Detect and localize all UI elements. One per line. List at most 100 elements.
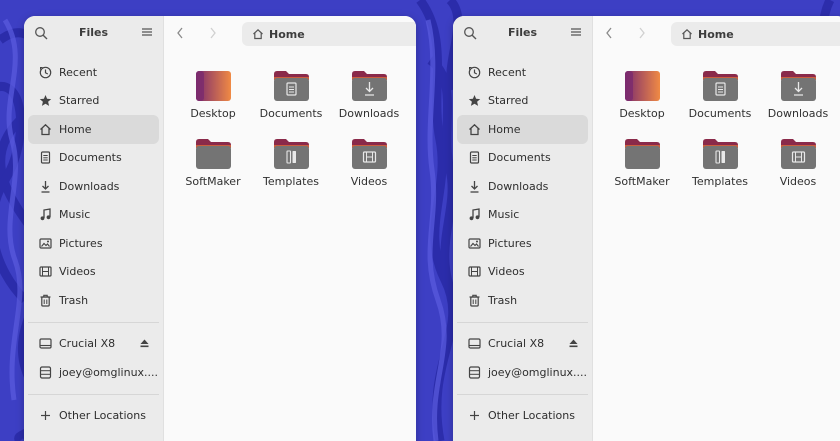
eject-icon[interactable] [140, 339, 149, 348]
sidebar-item-label: Downloads [488, 179, 549, 193]
folder-label: Downloads [767, 107, 829, 120]
trash-icon [468, 294, 481, 307]
sidebar-item-downloads[interactable]: Downloads [457, 172, 588, 201]
folder-item-softmaker[interactable]: SoftMaker [174, 138, 252, 200]
desktop-folder-icon [624, 71, 660, 101]
sidebar-item-documents[interactable]: Documents [28, 144, 159, 173]
places-list: Recent Starred Home Documents Downloads Music… [453, 58, 592, 315]
forward-chevron-icon[interactable] [207, 25, 219, 41]
documents-folder-icon [273, 71, 309, 101]
path-bar[interactable]: Home [242, 22, 416, 46]
folder-item-desktop[interactable]: Desktop [603, 70, 681, 132]
path-bar[interactable]: Home [671, 22, 840, 46]
sidebar-item-other-locations[interactable]: Other Locations [28, 402, 159, 431]
sidebar-item-label: Recent [488, 65, 527, 79]
back-chevron-icon[interactable] [174, 25, 186, 41]
folder-item-templates[interactable]: Templates [252, 138, 330, 200]
sidebar-item-other-locations[interactable]: Other Locations [457, 402, 588, 431]
sidebar-header: Files [453, 16, 592, 52]
video-icon [39, 265, 52, 278]
folder-item-documents[interactable]: Documents [681, 70, 759, 132]
files-window-right: Files Recent Starred Home Documents Download… [453, 16, 840, 441]
other-locations-list: Other Locations [24, 402, 163, 431]
sidebar-item-network-server[interactable]: joey@omglinux.... [457, 358, 588, 387]
sidebar-item-videos[interactable]: Videos [457, 258, 588, 287]
video-icon [468, 265, 481, 278]
folder-label: Videos [350, 175, 388, 188]
sidebar-item-label: Downloads [59, 179, 120, 193]
sidebar-item-label: Videos [488, 265, 525, 279]
sidebar-item-home[interactable]: Home [457, 115, 588, 144]
sidebar-item-pictures[interactable]: Pictures [457, 229, 588, 258]
sidebar-item-network-server[interactable]: joey@omglinux.... [28, 358, 159, 387]
sidebar: Files Recent Starred Home Documents Download… [453, 16, 593, 441]
file-grid: Desktop Documents Downloads SoftMaker Templa… [603, 70, 837, 200]
folder-item-templates[interactable]: Templates [681, 138, 759, 200]
templates-folder-icon [702, 139, 738, 169]
sidebar-item-videos[interactable]: Videos [28, 258, 159, 287]
sidebar-item-starred[interactable]: Starred [28, 87, 159, 116]
clock-icon [39, 66, 52, 79]
sidebar-item-trash[interactable]: Trash [28, 286, 159, 315]
sidebar-item-documents[interactable]: Documents [457, 144, 588, 173]
sidebar-item-drive[interactable]: Crucial X8 [457, 330, 588, 359]
sidebar-item-label: Crucial X8 [488, 337, 545, 351]
eject-icon[interactable] [569, 339, 578, 348]
desktop-folder-icon [195, 71, 231, 101]
folder-item-downloads[interactable]: Downloads [759, 70, 837, 132]
header-bar: Home [164, 16, 416, 52]
sidebar-divider [457, 393, 588, 395]
sidebar-item-label: Home [488, 122, 521, 136]
back-chevron-icon[interactable] [603, 25, 615, 41]
sidebar-item-recent[interactable]: Recent [28, 58, 159, 87]
star-icon [468, 94, 481, 107]
sidebar-item-music[interactable]: Music [457, 201, 588, 230]
sidebar-item-starred[interactable]: Starred [457, 87, 588, 116]
sidebar-item-home[interactable]: Home [28, 115, 159, 144]
sidebar-item-recent[interactable]: Recent [457, 58, 588, 87]
places-list: Recent Starred Home Documents Downloads Music… [24, 58, 163, 315]
sidebar-item-label: Recent [59, 65, 98, 79]
folder-item-videos[interactable]: Videos [759, 138, 837, 200]
downloads-folder-icon [351, 71, 387, 101]
folder-item-documents[interactable]: Documents [252, 70, 330, 132]
sidebar-divider [28, 393, 159, 395]
sidebar-item-trash[interactable]: Trash [457, 286, 588, 315]
downloads-folder-icon [780, 71, 816, 101]
clock-icon [468, 66, 481, 79]
sidebar-item-downloads[interactable]: Downloads [28, 172, 159, 201]
music-icon [39, 208, 52, 221]
folder-icon [195, 139, 231, 169]
folder-label: Documents [688, 107, 752, 120]
sidebar-item-pictures[interactable]: Pictures [28, 229, 159, 258]
sidebar-item-label: Pictures [59, 236, 103, 250]
folder-item-desktop[interactable]: Desktop [174, 70, 252, 132]
folder-label: SoftMaker [185, 175, 241, 188]
forward-chevron-icon[interactable] [636, 25, 648, 41]
header-bar: Home [593, 16, 840, 52]
home-icon [253, 28, 263, 40]
sidebar-item-label: joey@omglinux.... [59, 365, 159, 379]
star-icon [39, 94, 52, 107]
templates-folder-icon [273, 139, 309, 169]
sidebar-divider [28, 321, 159, 323]
sidebar-item-label: Starred [488, 94, 529, 108]
files-window-left: Files Recent Starred Home Documents Download… [24, 16, 416, 441]
path-label: Home [698, 27, 734, 41]
folder-label: Templates [263, 175, 319, 188]
sidebar-item-label: Home [59, 122, 92, 136]
main-content: Home Desktop Documents Downloads SoftMaker T… [164, 16, 416, 441]
hamburger-menu-icon[interactable] [571, 27, 581, 37]
sidebar-item-music[interactable]: Music [28, 201, 159, 230]
folder-item-videos[interactable]: Videos [330, 138, 408, 200]
sidebar-header: Files [24, 16, 163, 52]
documents-folder-icon [702, 71, 738, 101]
picture-icon [468, 237, 481, 250]
sidebar-item-drive[interactable]: Crucial X8 [28, 330, 159, 359]
main-content: Home Desktop Documents Downloads SoftMaker T… [593, 16, 840, 441]
folder-item-softmaker[interactable]: SoftMaker [603, 138, 681, 200]
home-icon [39, 123, 52, 136]
folder-item-downloads[interactable]: Downloads [330, 70, 408, 132]
devices-list: Crucial X8 joey@omglinux.... [453, 330, 592, 387]
hamburger-menu-icon[interactable] [142, 27, 152, 37]
